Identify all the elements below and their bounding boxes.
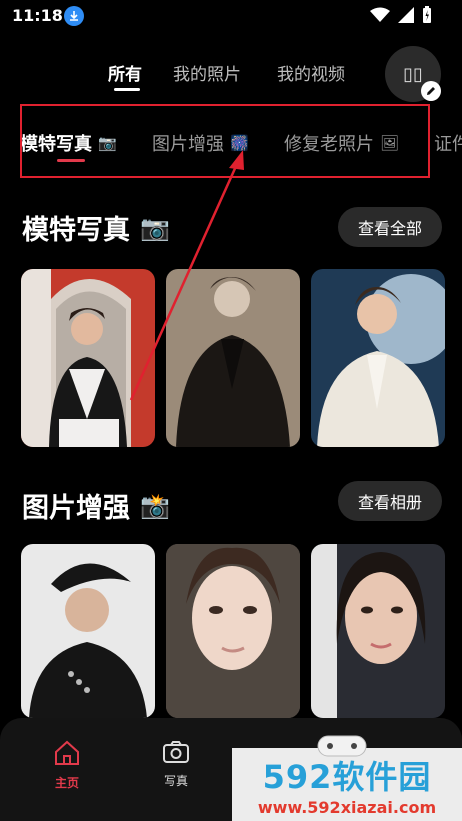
nav-home-label: 主页 <box>54 776 79 790</box>
tab-active-indicator <box>114 88 140 91</box>
nav-home[interactable]: 主页 <box>37 740 97 791</box>
edit-pencil-icon[interactable] <box>421 81 441 101</box>
download-icon <box>64 6 84 26</box>
tab-all[interactable]: 所有 <box>108 60 142 85</box>
portrait-thumbnail-2[interactable] <box>166 269 300 447</box>
section-title-text: 模特写真 <box>22 215 130 246</box>
status-icons <box>370 6 432 24</box>
battery-icon <box>423 6 431 23</box>
portrait-thumbnail-1[interactable] <box>21 269 155 447</box>
tab-my-photos[interactable]: 我的照片 <box>173 60 241 85</box>
wifi-icon <box>370 7 390 22</box>
enhance-thumbnail-3[interactable] <box>311 544 445 718</box>
nav-portrait[interactable]: 写真 <box>146 740 206 789</box>
annotation-highlight-box <box>20 104 430 178</box>
view-all-button[interactable]: 查看全部 <box>338 207 442 247</box>
camera-emoji-icon: 📷 <box>140 213 170 242</box>
watermark-url: www.592xiazai.com <box>257 798 437 817</box>
section-title-model-portrait: 模特写真 📷 <box>22 208 170 247</box>
status-bar: 11:18 <box>0 0 462 34</box>
enhance-thumbnail-2[interactable] <box>166 544 300 718</box>
game-controller-icon <box>317 735 367 757</box>
watermark-logo: 592软件园 www.592xiazai.com <box>232 735 462 821</box>
avatar-text: ▯▯ <box>403 63 423 85</box>
status-time: 11:18 <box>12 6 63 25</box>
view-album-button[interactable]: 查看相册 <box>338 481 442 521</box>
portrait-thumbnail-3[interactable] <box>311 269 445 447</box>
section-title-text: 图片增强 <box>22 493 130 524</box>
home-icon <box>55 740 79 765</box>
enhance-thumbnail-1[interactable] <box>21 544 155 718</box>
watermark-title: 592软件园 <box>262 758 432 796</box>
tab-my-videos[interactable]: 我的视频 <box>277 60 345 85</box>
category-tab-id-photo[interactable]: 证件 <box>434 130 462 156</box>
category-tab-label: 证件 <box>434 134 462 155</box>
camera-flash-emoji-icon: 📸 <box>140 491 170 520</box>
section-title-image-enhance: 图片增强 📸 <box>22 486 170 525</box>
nav-portrait-label: 写真 <box>163 774 188 788</box>
camera-icon <box>163 741 189 763</box>
signal-icon <box>398 7 414 23</box>
